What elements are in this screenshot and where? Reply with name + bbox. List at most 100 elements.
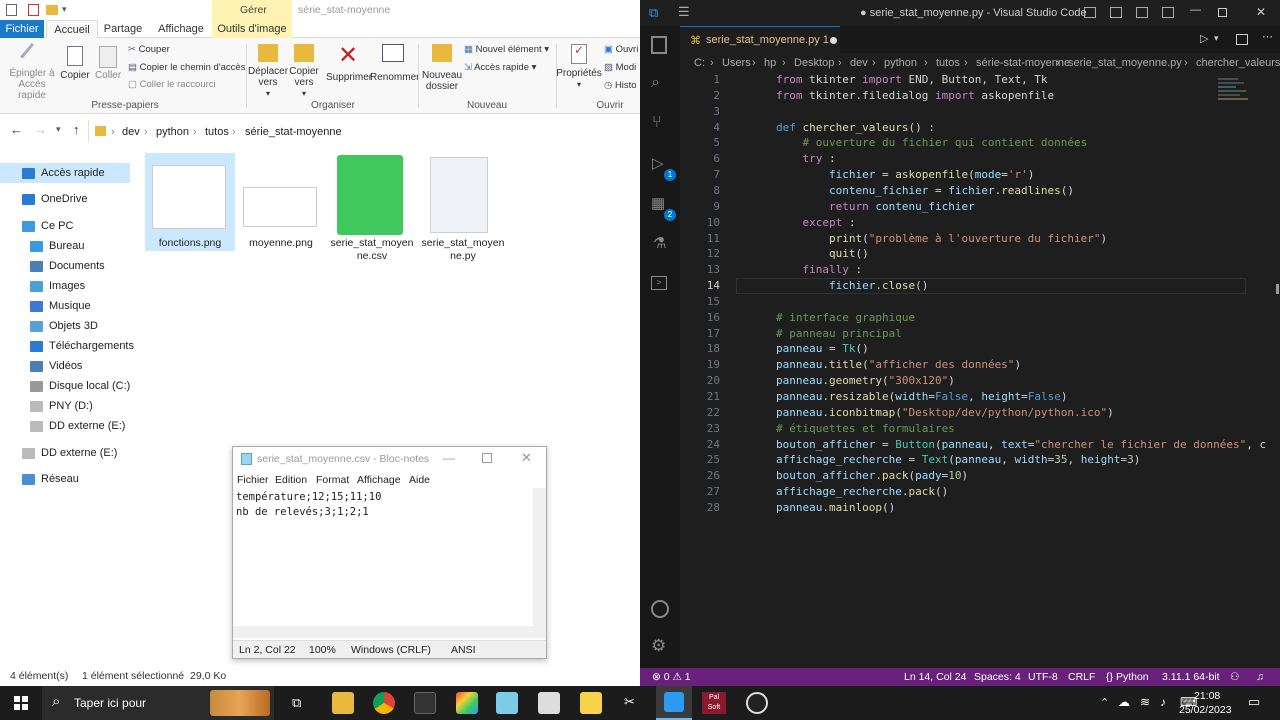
- notifications-icon[interactable]: ▭: [1248, 694, 1260, 710]
- tab-image-tools[interactable]: Outils d'image: [212, 20, 292, 38]
- more-actions-icon[interactable]: ⋯: [1262, 30, 1273, 43]
- layout-secondary-icon[interactable]: [1136, 7, 1148, 18]
- code-editor[interactable]: 1 from tkinter import END, Button, Text, …: [680, 72, 1266, 522]
- search-icon[interactable]: ⌕: [651, 74, 660, 92]
- open-button[interactable]: ▣ Ouvri: [604, 44, 638, 55]
- nav-desktop[interactable]: Bureau: [30, 236, 130, 256]
- camera-icon[interactable]: [538, 692, 560, 714]
- nav-images[interactable]: Images: [30, 276, 130, 296]
- show-hidden-icons-icon[interactable]: ⌃: [1100, 696, 1109, 709]
- nav-this-pc[interactable]: Ce PC: [22, 216, 130, 236]
- code-line[interactable]: panneau.mainloop(): [776, 500, 895, 516]
- menu-aide[interactable]: Aide: [409, 474, 430, 486]
- new-item-button[interactable]: ▦ Nouvel élément ▾: [464, 44, 549, 55]
- nav-quick-access[interactable]: Accès rapide: [0, 163, 130, 183]
- photos-icon[interactable]: [456, 692, 478, 714]
- volume-icon[interactable]: ♪: [1160, 695, 1166, 709]
- vertical-scrollbar[interactable]: [533, 488, 546, 626]
- terminal-icon[interactable]: >: [651, 276, 667, 290]
- problems-count[interactable]: ⊗ 0 ⚠ 1: [652, 671, 691, 683]
- folder-icon[interactable]: [46, 5, 58, 15]
- easy-access-button[interactable]: ⇲ Accès rapide ▾: [464, 62, 536, 73]
- layout-panel-icon[interactable]: [1110, 7, 1122, 18]
- vscode-taskbar-button[interactable]: [656, 686, 692, 720]
- notifications-bell-icon[interactable]: ♫: [1256, 671, 1264, 683]
- copy-path-button[interactable]: ▤ Copier le chemin d'accès: [128, 62, 245, 73]
- breadcrumb-python[interactable]: python: [156, 126, 189, 138]
- nav-music[interactable]: Musique: [30, 296, 130, 316]
- onedrive-cloud-icon[interactable]: ☁: [1118, 695, 1130, 709]
- edit-button[interactable]: ▨ Modi: [604, 62, 636, 73]
- breadcrumb-segment[interactable]: tutos: [936, 57, 960, 69]
- code-line[interactable]: # étiquettes et formulaires: [776, 421, 955, 437]
- pin-quick-access-button[interactable]: Épingler à Accès rapide: [4, 42, 60, 101]
- breadcrumb-segment[interactable]: hp: [764, 57, 776, 69]
- taskbar-search[interactable]: ⌕ Taper ici pour: [42, 686, 274, 720]
- code-line[interactable]: from tkinter import END, Button, Text, T…: [776, 72, 1048, 88]
- back-arrow-icon[interactable]: ←: [10, 122, 23, 137]
- menu-hamburger-icon[interactable]: ☰: [678, 4, 690, 20]
- cursor-position[interactable]: Ln 14, Col 24: [904, 671, 966, 683]
- recent-chevron-icon[interactable]: ▾: [56, 124, 61, 135]
- chrome-icon[interactable]: [373, 692, 395, 714]
- nav-network[interactable]: Réseau: [22, 469, 130, 489]
- encoding[interactable]: UTF-8: [1028, 671, 1058, 683]
- code-line[interactable]: finally :: [776, 262, 863, 278]
- minimap[interactable]: [1218, 76, 1252, 110]
- properties-button[interactable]: ✓ Propriétés ▾: [556, 44, 602, 90]
- code-line[interactable]: try :: [776, 151, 836, 167]
- split-editor-icon[interactable]: [1236, 34, 1248, 45]
- minimize-icon[interactable]: —: [443, 451, 455, 465]
- notepad-text-area[interactable]: température;12;15;11;10 nb de relevés;3;…: [233, 488, 533, 638]
- move-to-button[interactable]: Déplacer vers ▾: [248, 44, 288, 99]
- indentation[interactable]: Spaces: 4: [974, 671, 1021, 683]
- code-line[interactable]: affichage_recherche = Text(panneau, widt…: [776, 452, 1140, 468]
- breadcrumb-current[interactable]: série_stat-moyenne: [245, 126, 342, 138]
- nav-videos[interactable]: Vidéos: [30, 356, 130, 376]
- code-line[interactable]: panneau.geometry("300x120"): [776, 373, 955, 389]
- menu-format[interactable]: Format: [316, 474, 349, 486]
- source-control-icon[interactable]: ⑂: [652, 114, 662, 132]
- editor-tab-active[interactable]: ⌘ serie_stat_moyenne.py 1: [680, 26, 840, 53]
- file-csv[interactable]: serie_stat_moyen ne.csv: [327, 153, 417, 263]
- windows-start-icon[interactable]: [14, 696, 28, 710]
- maximize-icon[interactable]: [1218, 8, 1227, 17]
- code-line[interactable]: from tkinter.filedialog import askopenfi…: [776, 88, 1054, 104]
- clock-time[interactable]: 21:08: [1194, 690, 1220, 702]
- breadcrumb-segment[interactable]: python: [884, 57, 917, 69]
- chevron-down-icon[interactable]: ▾: [62, 4, 67, 15]
- file-py[interactable]: serie_stat_moyen ne.py: [418, 153, 508, 263]
- maximize-icon[interactable]: [482, 453, 492, 463]
- code-line[interactable]: return contenu_fichier: [776, 199, 975, 215]
- layout-custom-icon[interactable]: [1162, 7, 1174, 18]
- explorer-files-icon[interactable]: [651, 36, 667, 54]
- nav-downloads[interactable]: Téléchargements: [30, 336, 134, 356]
- account-icon[interactable]: [651, 600, 669, 618]
- file-fonctions-png[interactable]: fonctions.png: [145, 153, 235, 251]
- extensions-icon[interactable]: ▦: [651, 194, 665, 212]
- code-line[interactable]: quit(): [776, 246, 869, 262]
- paste-shortcut-button[interactable]: ▢ Coller le raccourci: [128, 79, 216, 90]
- code-line[interactable]: def chercher_valeurs() :: [776, 120, 935, 136]
- tab-view[interactable]: Affichage: [154, 20, 208, 38]
- language-mode[interactable]: {} Python: [1106, 671, 1149, 683]
- menu-affichage[interactable]: Affichage: [357, 474, 401, 486]
- nav-dd-externe[interactable]: DD externe (E:): [30, 416, 130, 436]
- file-explorer-taskbar-icon[interactable]: [332, 692, 354, 714]
- minimize-icon[interactable]: —: [1190, 4, 1201, 16]
- wifi-icon[interactable]: ≋: [1140, 695, 1150, 709]
- notepad-taskbar-icon[interactable]: [496, 692, 518, 714]
- layout-sidebar-icon[interactable]: [1084, 7, 1096, 18]
- file-moyenne-png[interactable]: moyenne.png: [236, 153, 326, 263]
- menu-edition[interactable]: Edition: [275, 474, 307, 486]
- close-icon[interactable]: ✕: [1256, 5, 1266, 19]
- breadcrumb-tutos[interactable]: tutos: [205, 126, 229, 138]
- breadcrumb-segment[interactable]: dev: [850, 57, 868, 69]
- unsaved-dot-icon[interactable]: [830, 37, 837, 44]
- code-line[interactable]: except :: [776, 215, 856, 231]
- run-debug-icon[interactable]: ▷: [652, 154, 664, 172]
- breadcrumb-segment[interactable]: Users: [722, 57, 751, 69]
- history-button[interactable]: ◷ Histo: [604, 80, 637, 91]
- settings-gear-icon[interactable]: ⚙: [651, 636, 666, 656]
- code-line[interactable]: bouton_afficher = Button(panneau, text="…: [776, 437, 1266, 453]
